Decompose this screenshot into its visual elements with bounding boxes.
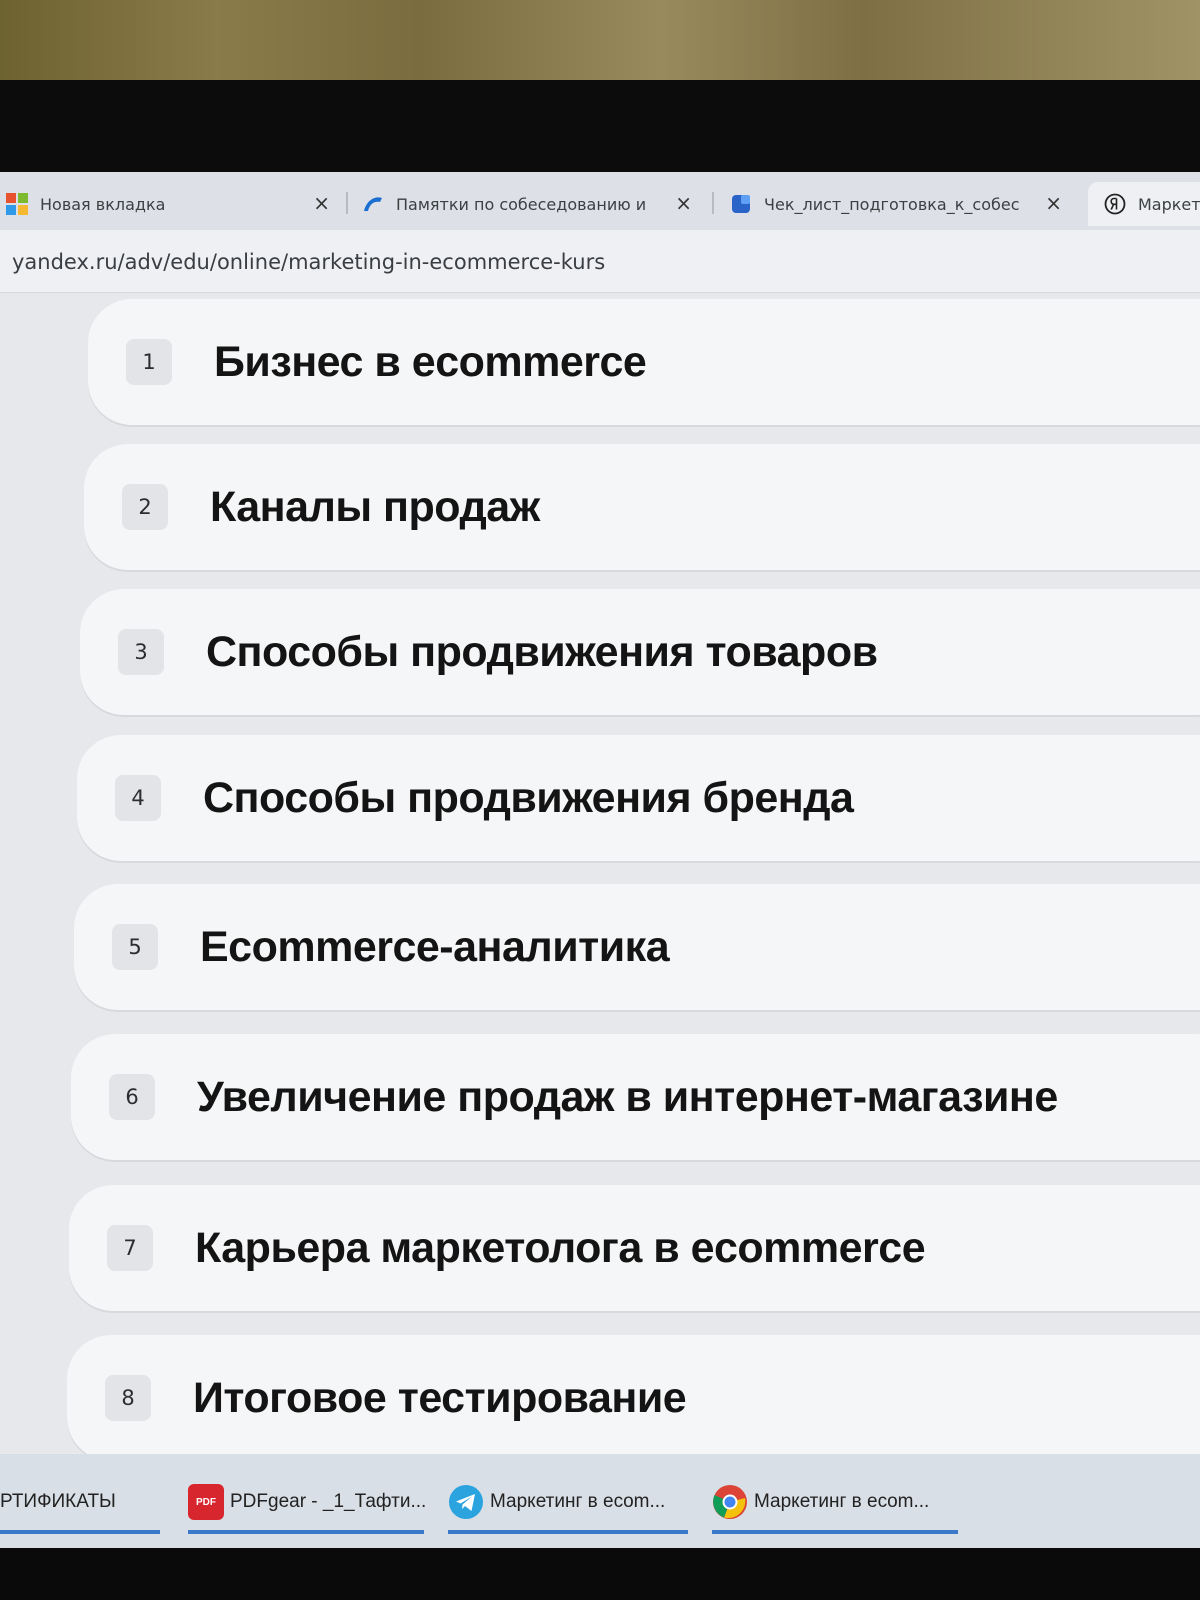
windows-icon: [6, 193, 28, 215]
close-icon[interactable]: ×: [313, 193, 330, 213]
lesson-title: Карьера маркетолога в ecommerce: [195, 1223, 926, 1272]
close-icon[interactable]: ×: [675, 193, 692, 213]
taskbar-item-chrome[interactable]: Маркетинг в ecom...: [712, 1472, 958, 1534]
telegram-icon: [449, 1485, 483, 1519]
document-icon: [732, 195, 750, 213]
tab-interview-notes[interactable]: Памятки по собеседованию и ×: [362, 182, 702, 226]
taskbar-item-label: Маркетинг в ecom...: [754, 1491, 930, 1512]
active-indicator: [0, 1530, 160, 1534]
lesson-title: Каналы продаж: [210, 482, 540, 531]
lesson-number: 3: [118, 629, 164, 675]
lesson-number: 8: [105, 1375, 151, 1421]
lesson-title: Ecommerce-аналитика: [200, 922, 670, 971]
lesson-number: 5: [112, 924, 158, 970]
desk-background: [0, 0, 1200, 86]
chrome-icon: [713, 1485, 747, 1519]
active-indicator: [188, 1530, 424, 1534]
tab-new-tab[interactable]: Новая вкладка ×: [6, 182, 340, 226]
taskbar-item-label: Маркетинг в ecom...: [490, 1491, 666, 1512]
close-icon[interactable]: ×: [1045, 193, 1062, 213]
lesson-number: 4: [115, 775, 161, 821]
lesson-title: Бизнес в ecommerce: [214, 337, 647, 386]
tab-label: Маркет: [1138, 194, 1200, 214]
lesson-item[interactable]: 5 Ecommerce-аналитика: [74, 884, 1200, 1010]
tab-marketing-active[interactable]: Маркет: [1088, 182, 1200, 226]
lesson-item[interactable]: 7 Карьера маркетолога в ecommerce: [69, 1185, 1200, 1311]
lesson-number: 7: [107, 1225, 153, 1271]
lesson-title: Увеличение продаж в интернет-магазине: [197, 1072, 1058, 1121]
tab-label: Новая вкладка: [40, 194, 166, 214]
lesson-item[interactable]: 2 Каналы продаж: [84, 444, 1200, 570]
tab-divider: [712, 192, 714, 214]
tab-checklist[interactable]: Чек_лист_подготовка_к_собес ×: [730, 182, 1072, 226]
app-icon: [364, 197, 382, 211]
monitor-bezel-bottom: [0, 1548, 1200, 1600]
lesson-item[interactable]: 4 Способы продвижения бренда: [77, 735, 1200, 861]
lesson-number: 2: [122, 484, 168, 530]
lesson-item[interactable]: 3 Способы продвижения товаров: [80, 589, 1200, 715]
tab-label: Чек_лист_подготовка_к_собес: [764, 194, 1020, 214]
lesson-item[interactable]: 8 Итоговое тестирование: [67, 1335, 1200, 1461]
taskbar-item-telegram[interactable]: Маркетинг в ecom...: [448, 1472, 688, 1534]
tab-label: Памятки по собеседованию и: [396, 194, 647, 214]
tab-strip: Новая вкладка × Памятки по собеседованию…: [0, 172, 1200, 230]
active-indicator: [712, 1530, 958, 1534]
taskbar-item-certificates[interactable]: РТИФИКАТЫ: [0, 1472, 160, 1534]
browser-window: Новая вкладка × Памятки по собеседованию…: [0, 172, 1200, 1548]
lesson-title: Способы продвижения товаров: [206, 627, 878, 676]
course-program: 1 Бизнес в ecommerce 2 Каналы продаж 3 С…: [0, 293, 1200, 1461]
lesson-item[interactable]: 6 Увеличение продаж в интернет-магазине: [71, 1034, 1200, 1160]
lesson-number: 1: [126, 339, 172, 385]
tab-divider: [346, 192, 348, 214]
yandex-icon: [1104, 193, 1126, 215]
taskbar-item-pdfgear[interactable]: PDF PDFgear - _1_Тафти...: [188, 1472, 427, 1534]
taskbar: РТИФИКАТЫ PDF PDFgear - _1_Тафти... Марк…: [0, 1454, 1200, 1548]
url-text: yandex.ru/adv/edu/online/marketing-in-ec…: [12, 250, 606, 274]
lesson-item[interactable]: 1 Бизнес в ecommerce: [88, 299, 1200, 425]
lesson-number: 6: [109, 1074, 155, 1120]
lesson-title: Способы продвижения бренда: [203, 773, 854, 822]
taskbar-item-label: PDFgear - _1_Тафти...: [230, 1491, 427, 1512]
address-bar[interactable]: yandex.ru/adv/edu/online/marketing-in-ec…: [0, 230, 1200, 293]
taskbar-item-label: РТИФИКАТЫ: [0, 1491, 116, 1512]
active-indicator: [448, 1530, 688, 1534]
pdf-icon: PDF: [188, 1484, 224, 1520]
lesson-title: Итоговое тестирование: [193, 1373, 687, 1422]
